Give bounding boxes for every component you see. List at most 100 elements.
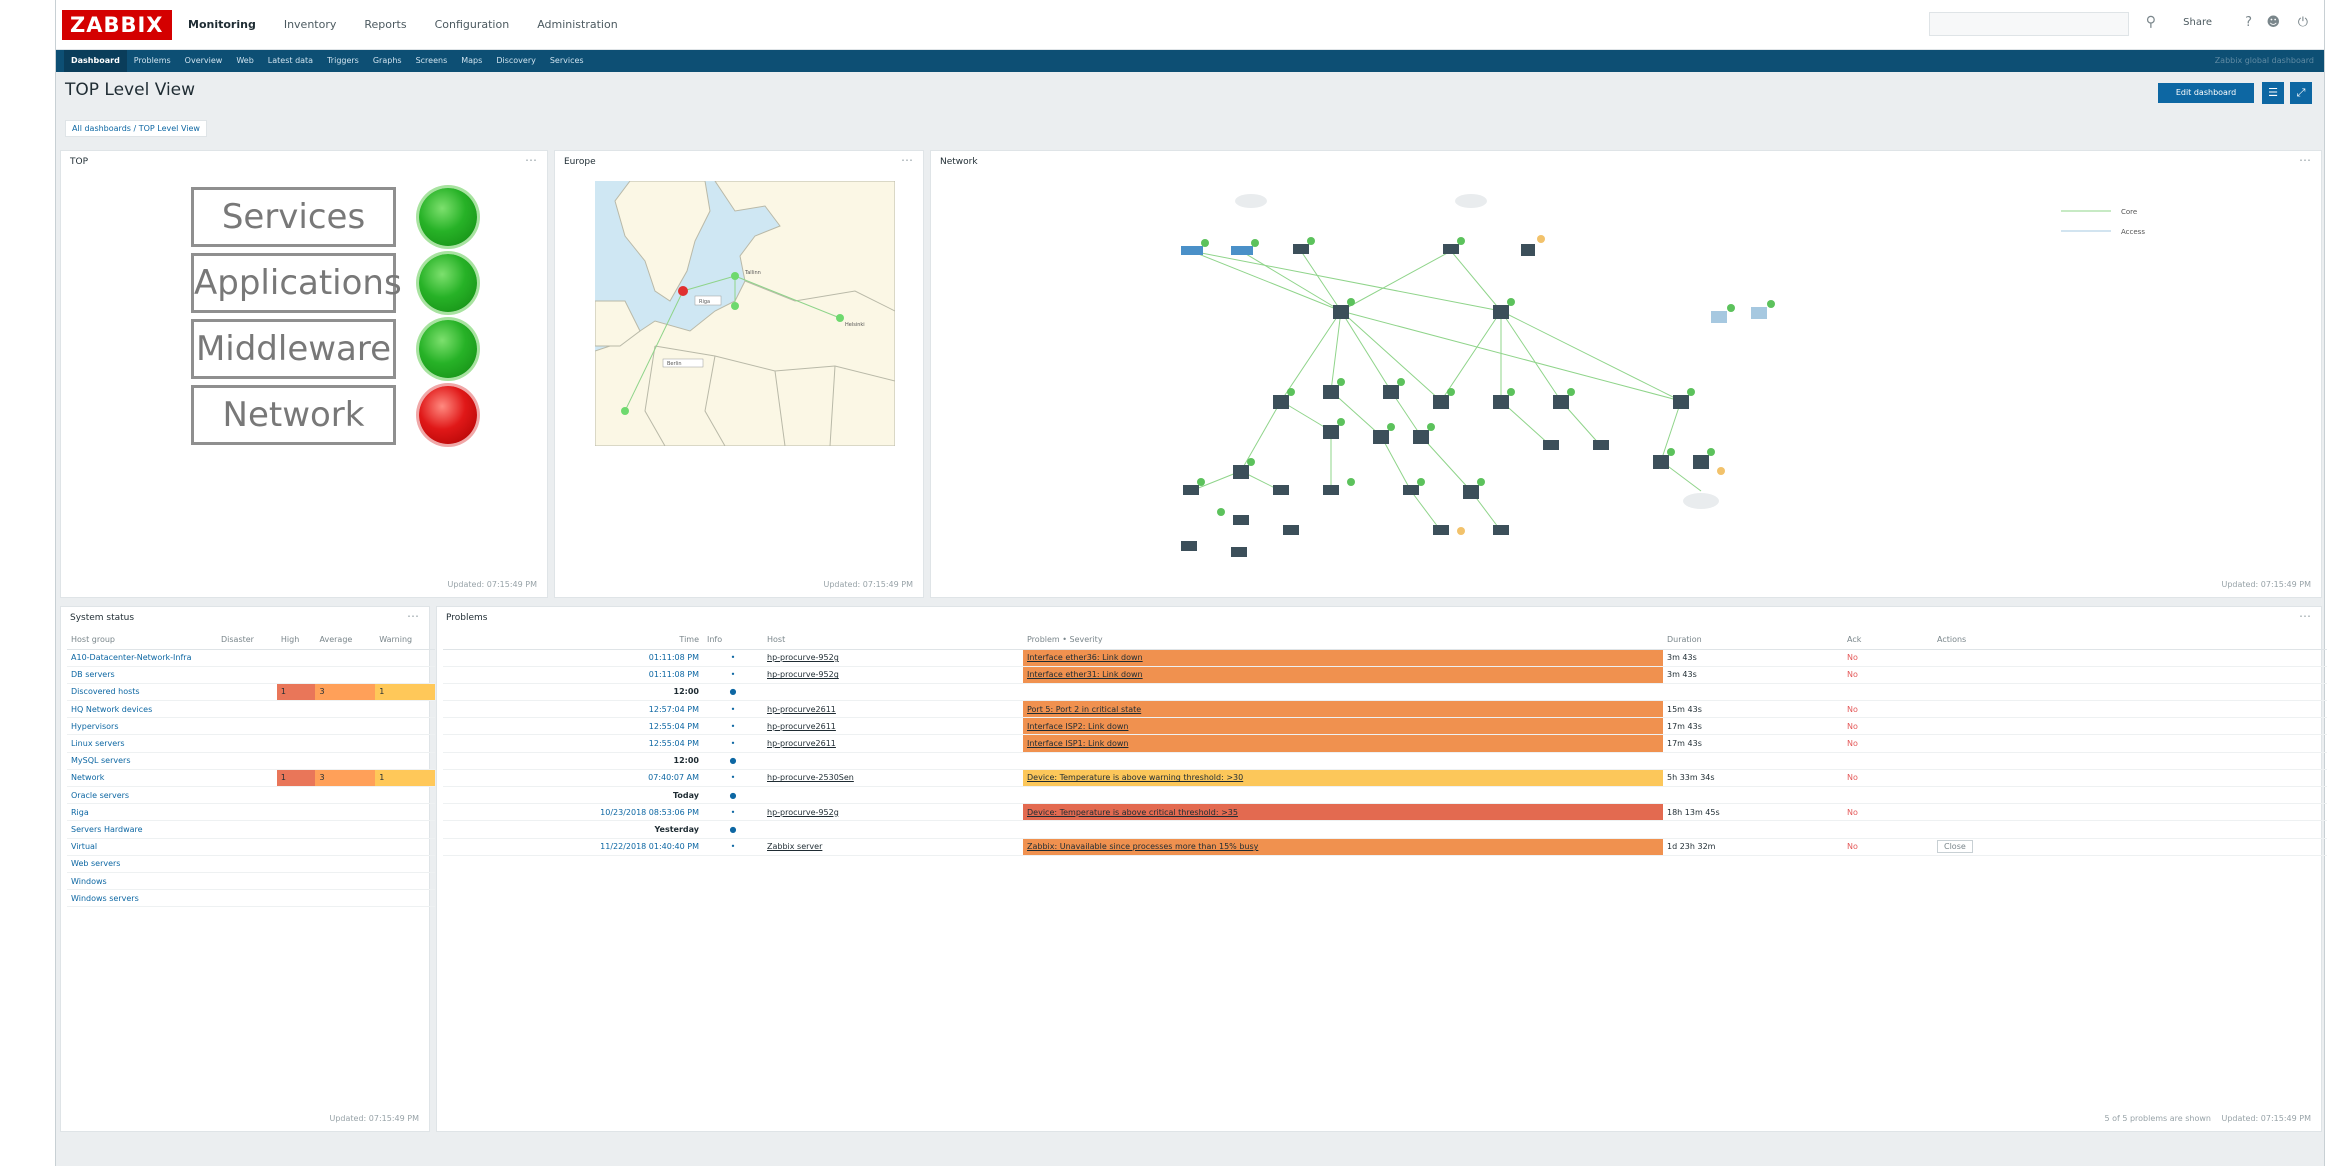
host-group-link[interactable]: HQ Network devices <box>67 700 217 719</box>
high-count[interactable]: 1 <box>276 769 316 788</box>
problem-description[interactable]: Port 5: Port 2 in critical state <box>1023 700 1663 719</box>
subnav-overview[interactable]: Overview <box>178 50 230 72</box>
problem-description[interactable]: Device: Temperature is above warning thr… <box>1023 769 1663 788</box>
host-group-link[interactable]: Discovered hosts <box>67 683 217 702</box>
problem-time[interactable]: 12:55:04 PM <box>443 734 703 753</box>
widget-menu-icon[interactable]: ⋯ <box>901 153 913 167</box>
host-group-link[interactable]: Linux servers <box>67 734 217 753</box>
problem-ack[interactable]: No <box>1843 803 1933 822</box>
problem-description[interactable]: Zabbix: Unavailable since processes more… <box>1023 838 1663 856</box>
col-host[interactable]: Host <box>763 631 1023 650</box>
menu-administration[interactable]: Administration <box>523 0 632 50</box>
host-group-link[interactable]: Riga <box>67 803 217 822</box>
menu-configuration[interactable]: Configuration <box>421 0 524 50</box>
problem-time[interactable]: 01:11:08 PM <box>443 649 703 667</box>
dashboard-actions-button[interactable]: ☰ <box>2262 82 2284 104</box>
average-count[interactable]: 3 <box>315 683 376 702</box>
problem-host[interactable]: hp-procurve2611 <box>763 700 1023 719</box>
problem-ack[interactable]: No <box>1843 666 1933 684</box>
search-icon[interactable]: ⚲ <box>2146 14 2156 30</box>
edit-dashboard-button[interactable]: Edit dashboard <box>2158 83 2254 103</box>
problem-host[interactable]: hp-procurve-2530Sen <box>763 769 1023 788</box>
problem-time[interactable]: 11/22/2018 01:40:40 PM <box>443 838 703 856</box>
problem-time[interactable]: 12:55:04 PM <box>443 717 703 736</box>
host-group-link[interactable]: Oracle servers <box>67 786 217 805</box>
average-count[interactable]: 3 <box>315 769 376 788</box>
problem-time[interactable]: 12:57:04 PM <box>443 700 703 719</box>
problem-description[interactable]: Interface ether36: Link down <box>1023 649 1663 667</box>
problem-host[interactable]: hp-procurve2611 <box>763 717 1023 736</box>
problem-host[interactable]: hp-procurve-952g <box>763 649 1023 667</box>
problem-host[interactable]: Zabbix server <box>763 838 1023 856</box>
widget-menu-icon[interactable]: ⋯ <box>525 153 537 167</box>
widget-menu-icon[interactable]: ⋯ <box>2299 153 2311 167</box>
close-problem-button[interactable]: Close <box>1937 840 1973 854</box>
user-icon[interactable]: ☻ <box>2266 15 2280 30</box>
host-group-link[interactable]: Windows servers <box>67 889 217 908</box>
subnav-services[interactable]: Services <box>543 50 591 72</box>
host-group-link[interactable]: Web servers <box>67 855 217 873</box>
table-row: Hypervisors <box>67 717 435 736</box>
host-group-link[interactable]: Windows <box>67 872 217 891</box>
widget-menu-icon[interactable]: ⋯ <box>2299 609 2311 623</box>
problem-host[interactable]: hp-procurve2611 <box>763 734 1023 753</box>
host-group-link[interactable]: Network <box>67 769 217 788</box>
fullscreen-button[interactable]: ⤢ <box>2290 82 2312 104</box>
warning-count[interactable]: 1 <box>375 683 435 702</box>
problem-ack[interactable]: No <box>1843 769 1933 788</box>
host-group-link[interactable]: Hypervisors <box>67 717 217 736</box>
host-group-link[interactable]: MySQL servers <box>67 752 217 770</box>
menu-reports[interactable]: Reports <box>350 0 420 50</box>
widget-title: Problems <box>446 613 488 623</box>
host-group-link[interactable]: DB servers <box>67 666 217 684</box>
problem-time[interactable]: 07:40:07 AM <box>443 769 703 788</box>
breadcrumb[interactable]: All dashboards / TOP Level View <box>65 120 207 137</box>
subnav-graphs[interactable]: Graphs <box>366 50 409 72</box>
subnav-latest-data[interactable]: Latest data <box>261 50 320 72</box>
problem-description[interactable]: Interface ether31: Link down <box>1023 666 1663 684</box>
problem-ack[interactable]: No <box>1843 838 1933 856</box>
host-group-link[interactable]: Servers Hardware <box>67 820 217 839</box>
problem-description[interactable]: Device: Temperature is above critical th… <box>1023 803 1663 822</box>
col-ack: Ack <box>1843 631 1933 650</box>
europe-map[interactable]: Riga Tallinn Helsinki Berlin <box>595 181 895 446</box>
problem-ack[interactable]: No <box>1843 700 1933 719</box>
subnav-dashboard[interactable]: Dashboard <box>64 50 127 72</box>
problem-description[interactable]: Interface ISP1: Link down <box>1023 734 1663 753</box>
problem-ack[interactable]: No <box>1843 734 1933 753</box>
problem-time[interactable]: 10/23/2018 08:53:06 PM <box>443 803 703 822</box>
subnav-problems[interactable]: Problems <box>127 50 178 72</box>
host-group-link[interactable]: Virtual <box>67 838 217 856</box>
subnav-screens[interactable]: Screens <box>409 50 455 72</box>
subnav-maps[interactable]: Maps <box>454 50 489 72</box>
high-count[interactable]: 1 <box>276 683 316 702</box>
network-box[interactable]: Network <box>191 385 396 445</box>
col-problem[interactable]: Problem • Severity <box>1023 631 1663 650</box>
services-box[interactable]: Services <box>191 187 396 247</box>
question-icon[interactable]: ? <box>2245 15 2252 30</box>
menu-inventory[interactable]: Inventory <box>270 0 351 50</box>
subnav-discovery[interactable]: Discovery <box>489 50 543 72</box>
search-input[interactable] <box>1929 12 2129 36</box>
share-link[interactable]: Share <box>2183 17 2212 28</box>
col-time[interactable]: Time <box>443 631 703 650</box>
problem-host[interactable]: hp-procurve-952g <box>763 803 1023 822</box>
warning-count[interactable]: 1 <box>375 769 435 788</box>
subnav-triggers[interactable]: Triggers <box>320 50 366 72</box>
power-icon[interactable]: ⏻ <box>2298 15 2308 30</box>
menu-monitoring[interactable]: Monitoring <box>174 0 270 50</box>
network-topology-map[interactable]: Core Access <box>1081 171 2181 571</box>
widget-menu-icon[interactable]: ⋯ <box>407 609 419 623</box>
widget-title: System status <box>70 613 135 623</box>
problem-ack[interactable]: No <box>1843 649 1933 667</box>
problem-description[interactable]: Interface ISP2: Link down <box>1023 717 1663 736</box>
problem-time[interactable]: 01:11:08 PM <box>443 666 703 684</box>
applications-box[interactable]: Applications <box>191 253 402 313</box>
host-group-link[interactable]: A10-Datacenter-Network-Infra <box>67 649 217 667</box>
problem-ack[interactable]: No <box>1843 717 1933 736</box>
problem-host[interactable]: hp-procurve-952g <box>763 666 1023 684</box>
zabbix-logo[interactable]: ZABBIX <box>62 10 172 40</box>
col-host-group[interactable]: Host group <box>67 631 217 650</box>
subnav-web[interactable]: Web <box>229 50 260 72</box>
middleware-box[interactable]: Middleware <box>191 319 396 379</box>
